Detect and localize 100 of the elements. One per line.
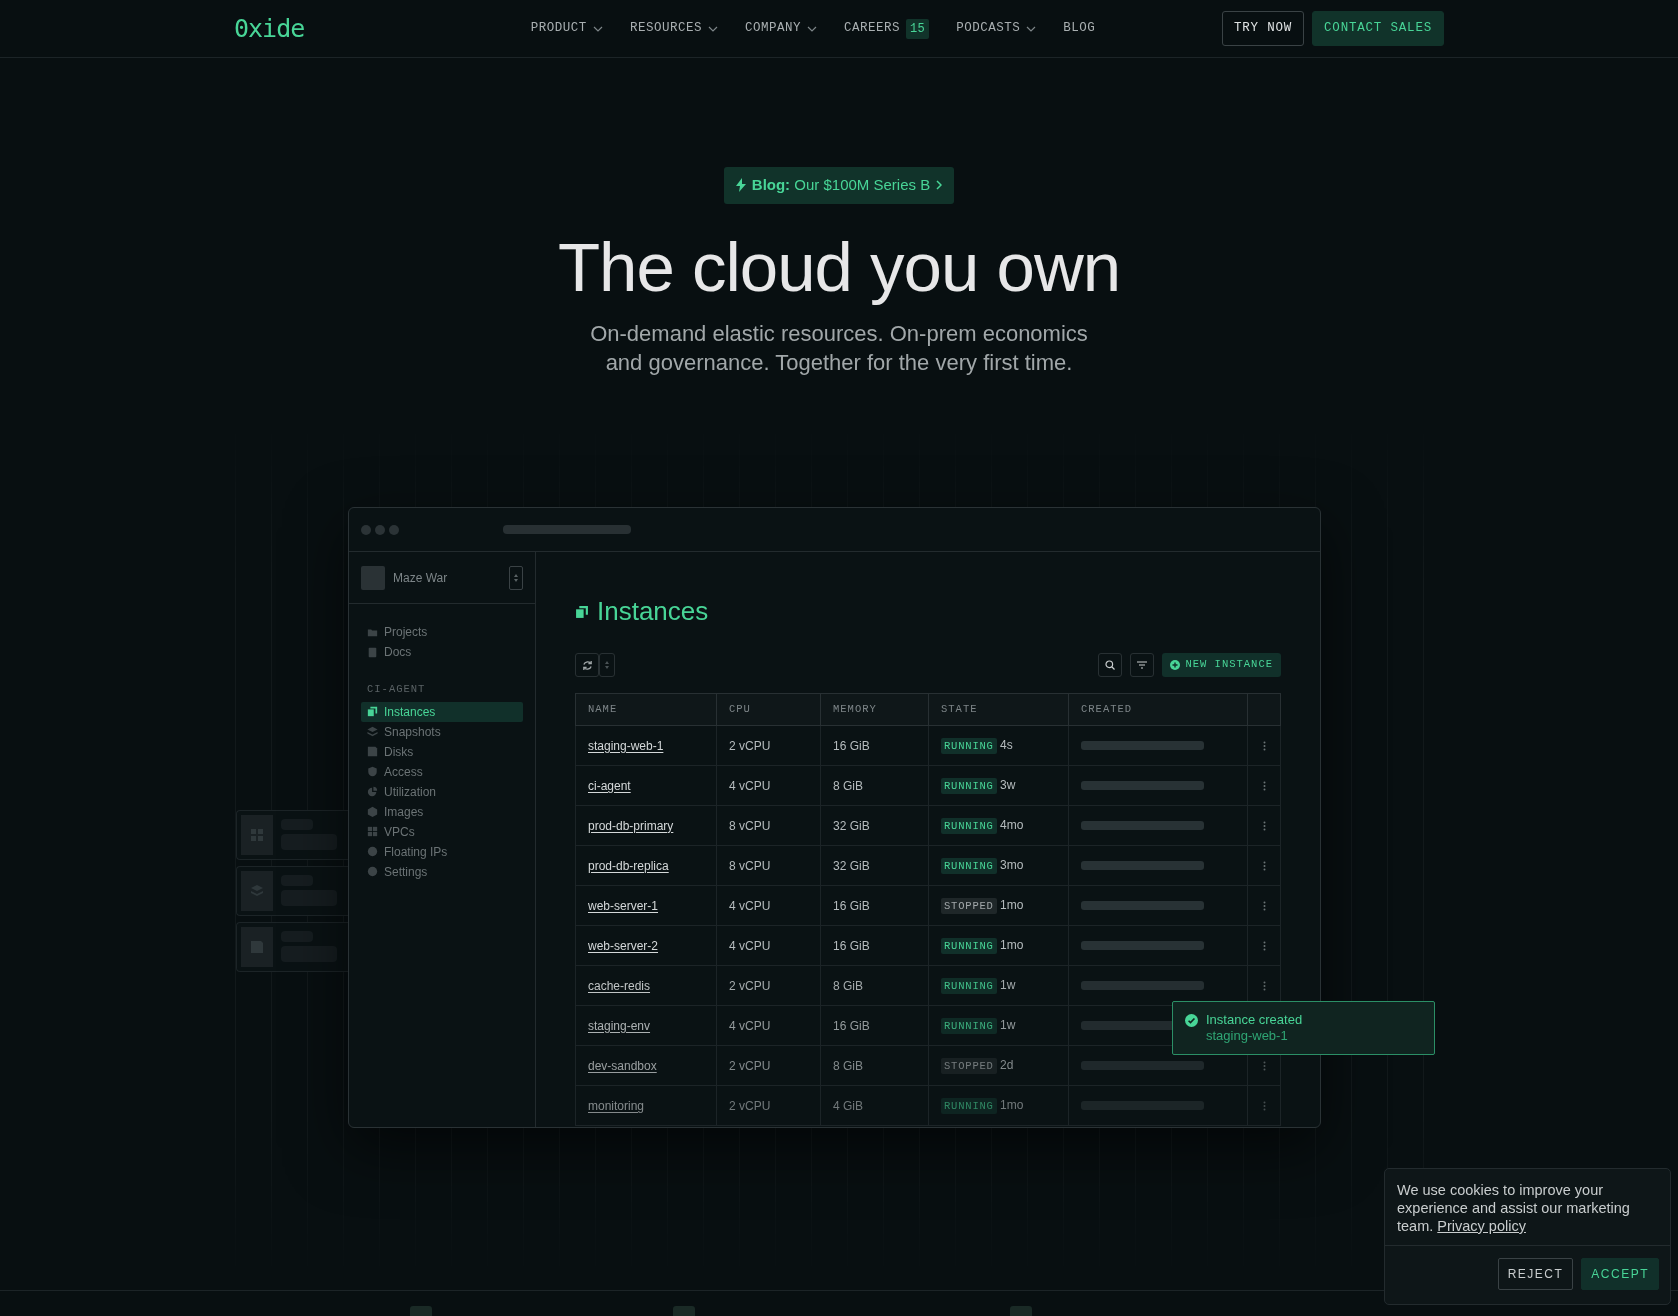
column-header: MEMORY bbox=[820, 693, 929, 726]
instances-icon bbox=[367, 706, 378, 718]
page-title: Instances bbox=[575, 592, 1320, 631]
hero-title: The cloud you own bbox=[556, 229, 1122, 306]
table-cell: 8 vCPU bbox=[716, 845, 821, 886]
status-tag: RUNNING bbox=[941, 858, 997, 875]
project-avatar bbox=[361, 565, 385, 590]
feature-icon bbox=[673, 1306, 695, 1316]
project-selector[interactable]: Maze War bbox=[349, 552, 535, 604]
cookie-text: We use cookies to improve your experience and assist our marketing team. Privacy policy bbox=[1385, 1169, 1670, 1246]
instances-icon bbox=[575, 604, 589, 619]
instance-link[interactable]: cache-redis bbox=[588, 978, 651, 993]
table-cell: 8 GiB bbox=[820, 1045, 929, 1086]
sidebar-item[interactable]: Floating IPs bbox=[361, 841, 523, 862]
more-icon[interactable] bbox=[1262, 940, 1266, 951]
shield-icon bbox=[367, 766, 378, 778]
logo[interactable]: 0xide bbox=[234, 9, 305, 48]
status-tag: RUNNING bbox=[941, 938, 997, 955]
filter-button[interactable] bbox=[1130, 653, 1155, 677]
table-cell: 2 vCPU bbox=[716, 965, 821, 1006]
sidebar-item[interactable]: VPCs bbox=[361, 821, 523, 842]
new-instance-button[interactable]: NEW INSTANCE bbox=[1162, 653, 1281, 677]
try-button[interactable]: TRY NOW bbox=[1221, 11, 1305, 46]
status-tag: RUNNING bbox=[941, 1098, 997, 1115]
table-cell: 8 GiB bbox=[820, 765, 929, 806]
instance-link[interactable]: web-server-1 bbox=[588, 898, 659, 913]
reject-button[interactable]: REJECT bbox=[1497, 1258, 1574, 1290]
status-tag: RUNNING bbox=[941, 978, 997, 995]
sidebar-item[interactable]: Settings bbox=[361, 861, 523, 882]
status-tag: RUNNING bbox=[941, 1018, 997, 1035]
status-tag: RUNNING bbox=[941, 818, 997, 835]
instance-link[interactable]: ci-agent bbox=[588, 778, 631, 793]
refresh-icon bbox=[581, 659, 593, 671]
more-icon[interactable] bbox=[1262, 860, 1266, 871]
age-text: 4s bbox=[1000, 738, 1013, 753]
table-cell: 8 vCPU bbox=[716, 805, 821, 846]
refresh-button[interactable] bbox=[575, 653, 599, 677]
sidebar-item[interactable]: Snapshots bbox=[361, 721, 523, 742]
status-tag: STOPPED bbox=[941, 898, 997, 915]
toast-detail: staging-web-1 bbox=[1206, 1028, 1289, 1044]
sidebar-item[interactable]: Projects bbox=[361, 622, 523, 642]
more-icon[interactable] bbox=[1262, 740, 1266, 751]
cube-icon bbox=[367, 806, 378, 818]
table-cell: 2 vCPU bbox=[716, 1045, 821, 1086]
instance-link[interactable]: monitoring bbox=[588, 1098, 645, 1113]
instance-link[interactable]: dev-sandbox bbox=[588, 1058, 657, 1073]
document-icon bbox=[367, 646, 378, 658]
sort-arrows-icon bbox=[509, 565, 523, 590]
announcement-link[interactable]: Blog: Our $100M Series B bbox=[723, 167, 955, 204]
plus-circle-icon bbox=[1170, 660, 1181, 670]
age-text: 1w bbox=[1000, 978, 1016, 993]
window-dot bbox=[361, 524, 371, 535]
contact-button[interactable]: CONTACT SALES bbox=[1312, 11, 1444, 46]
sort-arrows-icon bbox=[604, 659, 610, 671]
more-icon[interactable] bbox=[1262, 820, 1266, 831]
sidebar-item[interactable]: Instances bbox=[361, 701, 523, 722]
table-cell: 2 vCPU bbox=[716, 725, 821, 766]
sidebar-item[interactable]: Docs bbox=[361, 642, 523, 662]
column-header: STATE bbox=[928, 693, 1069, 726]
nav-link[interactable]: BLOG bbox=[1063, 19, 1096, 38]
window-dot bbox=[375, 524, 385, 535]
table-cell: 16 GiB bbox=[820, 885, 929, 926]
more-icon[interactable] bbox=[1262, 1060, 1266, 1071]
more-icon[interactable] bbox=[1262, 980, 1266, 991]
status-tag: RUNNING bbox=[941, 738, 997, 755]
layers-icon bbox=[367, 726, 378, 738]
sidebar-item[interactable]: Disks bbox=[361, 741, 523, 762]
toast-title: Instance created bbox=[1206, 1012, 1303, 1028]
age-text: 3mo bbox=[1000, 858, 1024, 873]
instance-link[interactable]: staging-web-1 bbox=[588, 738, 664, 753]
privacy-link[interactable]: Privacy policy bbox=[1437, 1218, 1526, 1234]
nav-link[interactable]: CAREERS 15 bbox=[843, 18, 930, 39]
status-tag: STOPPED bbox=[941, 1058, 997, 1075]
accept-button[interactable]: ACCEPT bbox=[1581, 1258, 1659, 1290]
table-cell: 8 GiB bbox=[820, 965, 929, 1006]
nav-link[interactable]: PODCASTS bbox=[956, 19, 1037, 38]
table-cell: 4 vCPU bbox=[716, 925, 821, 966]
table-cell: 4 GiB bbox=[820, 1085, 929, 1126]
lightning-icon bbox=[735, 178, 746, 193]
search-button[interactable] bbox=[1098, 653, 1123, 677]
column-header: NAME bbox=[575, 693, 717, 726]
instance-link[interactable]: staging-env bbox=[588, 1018, 651, 1033]
sidebar-item[interactable]: Images bbox=[361, 801, 523, 822]
hero-subtitle: On-demand elastic resources. On-prem economics and governance. Together for the very first time. bbox=[589, 320, 1089, 378]
table-cell: 16 GiB bbox=[820, 725, 929, 766]
nav-link[interactable]: RESOURCES bbox=[629, 19, 718, 38]
pie-chart-icon bbox=[367, 786, 378, 798]
nav-link[interactable]: PRODUCT bbox=[530, 19, 603, 38]
instance-link[interactable]: web-server-2 bbox=[588, 938, 659, 953]
more-icon[interactable] bbox=[1262, 780, 1266, 791]
age-text: 3w bbox=[1000, 778, 1016, 793]
sidebar-item[interactable]: Utilization bbox=[361, 781, 523, 802]
table-cell: 32 GiB bbox=[820, 845, 929, 886]
nav-link[interactable]: COMPANY bbox=[744, 19, 817, 38]
sidebar-item[interactable]: Access bbox=[361, 761, 523, 782]
table-cell: 4 vCPU bbox=[716, 885, 821, 926]
table-cell: 4 vCPU bbox=[716, 1005, 821, 1046]
more-icon[interactable] bbox=[1262, 1100, 1266, 1111]
more-icon[interactable] bbox=[1262, 900, 1266, 911]
status-tag: RUNNING bbox=[941, 778, 997, 795]
